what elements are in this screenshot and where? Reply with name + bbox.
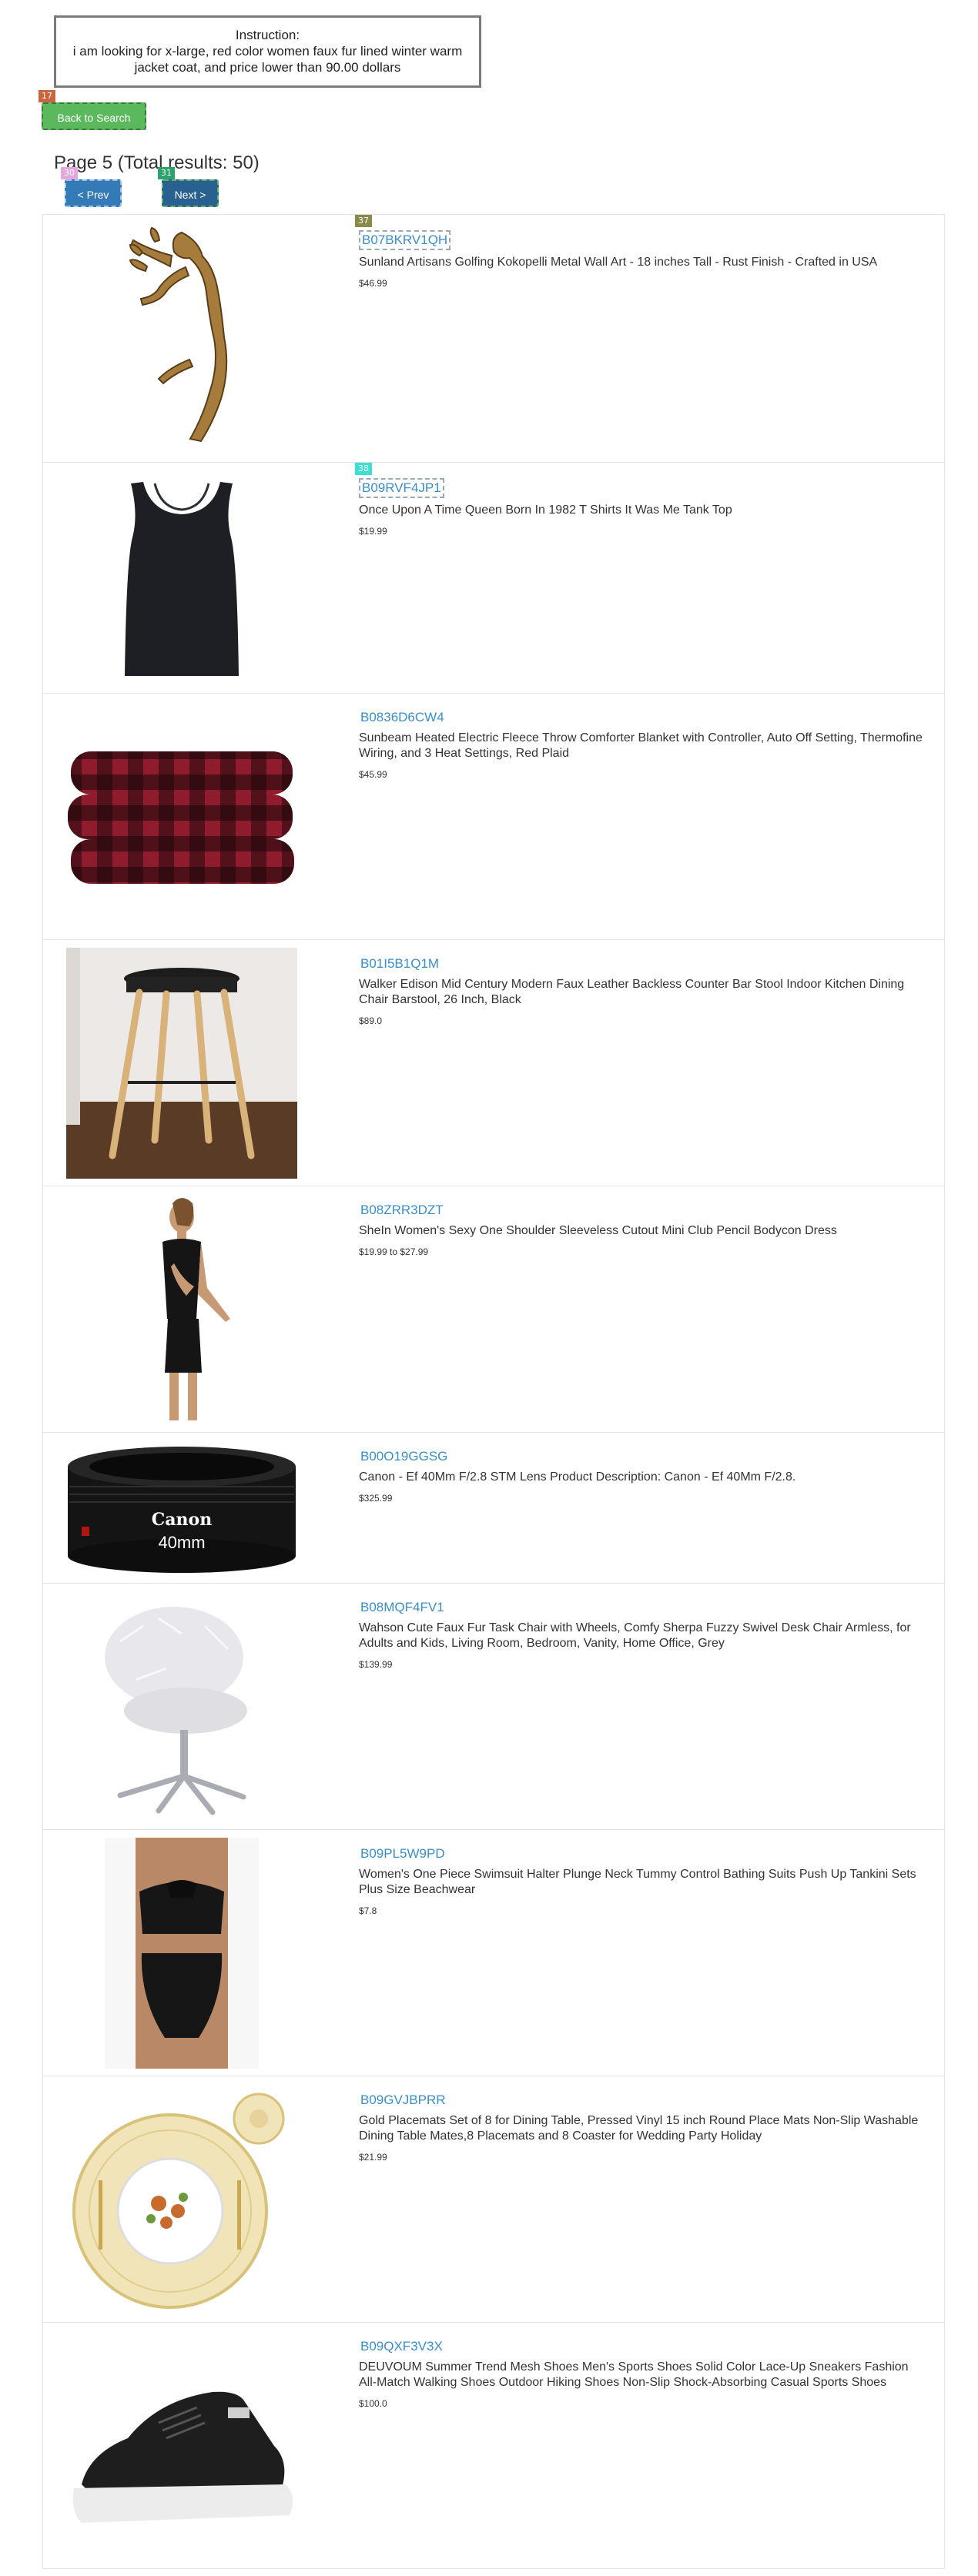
- product-title: SheIn Women's Sexy One Shoulder Sleevele…: [359, 1224, 837, 1237]
- product-title: Walker Edison Mid Century Modern Faux Le…: [359, 978, 905, 1006]
- bar-stool-image: [66, 948, 297, 1179]
- product-title: Sunland Artisans Golfing Kokopelli Metal…: [359, 256, 878, 269]
- result-item: 37 B07BKRV1QH Sunland Artisans Golfing K…: [42, 215, 945, 463]
- product-image[interactable]: Canon 40mm: [66, 1440, 297, 1576]
- faux-fur-chair-image: [105, 1607, 247, 1815]
- product-image[interactable]: [66, 2330, 297, 2561]
- black-tank-top-image: [125, 482, 239, 676]
- prev-page-button[interactable]: < Prev: [65, 179, 122, 207]
- page-title: Page 5 (Total results: 50): [54, 152, 260, 173]
- product-price: $46.99: [359, 278, 387, 289]
- result-item: B08ZRR3DZT SheIn Women's Sexy One Should…: [42, 1186, 945, 1433]
- black-sneaker-image: [72, 2391, 293, 2523]
- element-marker: 31: [158, 167, 175, 179]
- product-image[interactable]: [66, 2084, 297, 2315]
- next-page-button[interactable]: Next >: [162, 179, 219, 207]
- element-marker: 38: [355, 463, 372, 475]
- black-swimsuit-image: [105, 1838, 259, 2069]
- product-asin-link[interactable]: B00O19GGSG: [359, 1448, 449, 1465]
- product-title: Canon - Ef 40Mm F/2.8 STM Lens Product D…: [359, 1470, 796, 1484]
- result-item: B09QXF3V3X DEUVOUM Summer Trend Mesh Sho…: [42, 2323, 945, 2569]
- red-plaid-blanket-image: [68, 751, 294, 884]
- product-title: Wahson Cute Faux Fur Task Chair with Whe…: [359, 1621, 911, 1650]
- product-image[interactable]: [66, 1838, 297, 2069]
- result-item: Canon 40mm B00O19GGSG Canon - Ef 40Mm F/…: [42, 1433, 945, 1584]
- product-price: $19.99 to $27.99: [359, 1246, 429, 1257]
- element-marker: 37: [355, 215, 372, 227]
- product-price: $7.8: [359, 1905, 377, 1916]
- lens-size-text: 40mm: [158, 1533, 205, 1552]
- product-price: $21.99: [359, 2152, 387, 2163]
- product-image[interactable]: [66, 470, 297, 686]
- product-asin-link[interactable]: B08ZRR3DZT: [359, 1202, 445, 1219]
- product-asin-link[interactable]: B01I5B1Q1M: [359, 955, 440, 972]
- instruction-box: Instruction: i am looking for x-large, r…: [54, 15, 481, 88]
- camera-lens-image: Canon 40mm: [68, 1447, 296, 1573]
- result-item: B08MQF4FV1 Wahson Cute Faux Fur Task Cha…: [42, 1584, 945, 1830]
- instruction-text: i am looking for x-large, red color wome…: [72, 44, 463, 75]
- lens-brand-text: Canon: [152, 1510, 212, 1530]
- result-item: B09PL5W9PD Women's One Piece Swimsuit Ha…: [42, 1830, 945, 2076]
- product-asin-link[interactable]: B09QXF3V3X: [359, 2338, 444, 2355]
- product-price: $89.0: [359, 1015, 383, 1026]
- product-price: $325.99: [359, 1493, 393, 1504]
- result-item: B09GVJBPRR Gold Placemats Set of 8 for D…: [42, 2076, 945, 2323]
- element-marker: 30: [61, 167, 78, 179]
- product-title: Sunbeam Heated Electric Fleece Throw Com…: [359, 731, 923, 760]
- product-asin-link[interactable]: B08MQF4FV1: [359, 1599, 446, 1616]
- product-asin-link[interactable]: B07BKRV1QH: [359, 230, 451, 250]
- result-item: B01I5B1Q1M Walker Edison Mid Century Mod…: [42, 940, 945, 1186]
- product-price: $139.99: [359, 1659, 393, 1670]
- back-to-search-button[interactable]: Back to Search: [42, 102, 146, 130]
- results-list: 37 B07BKRV1QH Sunland Artisans Golfing K…: [42, 214, 945, 2569]
- product-image[interactable]: [66, 701, 297, 932]
- product-asin-link[interactable]: B09RVF4JP1: [359, 478, 444, 498]
- result-item: 38 B09RVF4JP1 Once Upon A Time Queen Bor…: [42, 463, 945, 694]
- product-price: $100.0: [359, 2398, 387, 2409]
- element-marker: 17: [39, 90, 55, 102]
- product-image[interactable]: [66, 1194, 297, 1425]
- product-image[interactable]: [66, 948, 297, 1179]
- product-price: $19.99: [359, 526, 387, 537]
- product-image[interactable]: [66, 1591, 297, 1822]
- black-dress-image: [162, 1198, 230, 1420]
- product-title: Women's One Piece Swimsuit Halter Plunge…: [359, 1868, 916, 1896]
- product-title: Gold Placemats Set of 8 for Dining Table…: [359, 2114, 919, 2143]
- result-item: B0836D6CW4 Sunbeam Heated Electric Fleec…: [42, 694, 945, 940]
- gold-placemat-image: [72, 2093, 285, 2309]
- product-title: Once Upon A Time Queen Born In 1982 T Sh…: [359, 503, 732, 517]
- product-title: DEUVOUM Summer Trend Mesh Shoes Men's Sp…: [359, 2360, 909, 2389]
- product-asin-link[interactable]: B0836D6CW4: [359, 709, 446, 726]
- product-price: $45.99: [359, 769, 387, 780]
- product-asin-link[interactable]: B09PL5W9PD: [359, 1845, 447, 1862]
- product-image[interactable]: [66, 222, 297, 453]
- instruction-heading: Instruction:: [235, 28, 300, 42]
- kokopelli-metal-art-image: [129, 226, 228, 442]
- product-asin-link[interactable]: B09GVJBPRR: [359, 2092, 447, 2109]
